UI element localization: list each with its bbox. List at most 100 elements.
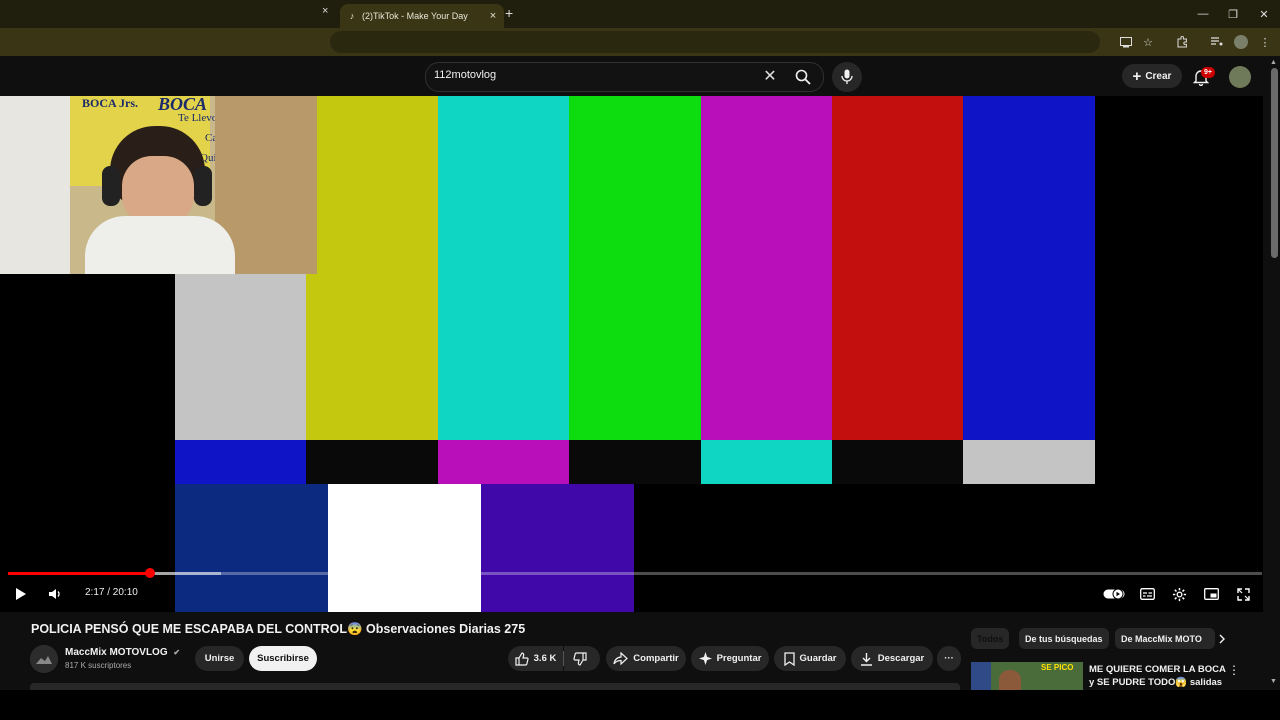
notification-count-badge: 9+: [1201, 67, 1215, 78]
test-pattern-middle-bar: [700, 440, 833, 484]
progress-scrubber-handle[interactable]: [145, 568, 155, 578]
test-pattern-middle-bar: [437, 440, 570, 484]
fullscreen-button[interactable]: [1232, 584, 1254, 604]
download-icon: [860, 652, 872, 666]
autoplay-toggle[interactable]: [1103, 584, 1125, 604]
create-button[interactable]: + Crear: [1122, 64, 1182, 88]
extensions-icon[interactable]: [1173, 33, 1191, 51]
browser-tab-tiktok[interactable]: ♪ (2)TikTok - Make Your Day ×: [340, 4, 504, 28]
subtitles-icon: [1139, 588, 1155, 600]
dislike-button[interactable]: [564, 646, 600, 671]
download-label: Descargar: [877, 653, 925, 664]
media-control-icon[interactable]: [1208, 33, 1226, 51]
save-button[interactable]: Guardar: [774, 646, 846, 671]
test-pattern-bottom-bar: [481, 484, 635, 612]
test-pattern-top-bar: [963, 96, 1096, 440]
test-pattern-middle-bar: [306, 440, 439, 484]
search-button[interactable]: [784, 62, 822, 92]
share-button[interactable]: Compartir: [606, 646, 686, 671]
scrollbar-thumb[interactable]: [1271, 68, 1278, 258]
tab-title: (2)TikTok - Make Your Day: [362, 11, 468, 21]
chips-next-button[interactable]: [1213, 630, 1231, 648]
sparkle-icon: [698, 652, 712, 665]
window-minimize-button[interactable]: —: [1188, 0, 1218, 28]
channel-name-text: MaccMix MOTOVLOG: [65, 647, 168, 658]
test-pattern-middle-bar: [832, 440, 964, 484]
play-button[interactable]: [10, 584, 32, 604]
subscribe-button[interactable]: Suscribirse: [249, 646, 317, 671]
play-icon: [16, 588, 26, 600]
tiktok-icon: ♪: [349, 11, 355, 21]
share-icon: [613, 652, 629, 665]
thumbnail-text: SE PICO: [1041, 663, 1074, 672]
bookmark-icon: [783, 651, 795, 666]
search-clear-icon[interactable]: ✕: [761, 66, 779, 86]
sign-text-1: BOCA Jrs.: [82, 96, 139, 110]
voice-search-button[interactable]: [832, 62, 862, 92]
related-video-menu-icon[interactable]: ⋮: [1228, 663, 1240, 677]
more-actions-button[interactable]: ···: [937, 646, 961, 671]
subtitles-button[interactable]: [1136, 584, 1158, 604]
create-label: Crear: [1145, 70, 1172, 82]
test-pattern-middle-bar: [569, 440, 702, 484]
window-restore-button[interactable]: ❐: [1218, 0, 1248, 28]
settings-button[interactable]: [1168, 584, 1190, 604]
test-pattern-bottom-bar: [175, 484, 329, 612]
address-bar[interactable]: [330, 31, 1100, 53]
share-label: Compartir: [633, 653, 679, 664]
test-pattern-bottom-bar: [328, 484, 482, 612]
account-avatar[interactable]: [1229, 66, 1251, 88]
channel-name[interactable]: MaccMix MOTOVLOG ✔: [65, 647, 180, 658]
scroll-up-arrow-icon[interactable]: ▲: [1270, 59, 1277, 66]
microphone-icon: [841, 69, 853, 84]
tab-close-button[interactable]: ×: [486, 10, 500, 22]
ask-button[interactable]: Preguntar: [691, 646, 769, 671]
autoplay-icon: [1103, 588, 1125, 600]
headphone-left: [102, 166, 120, 206]
test-pattern-top-bar: [832, 96, 964, 440]
description-box[interactable]: [30, 683, 960, 690]
scroll-down-arrow-icon[interactable]: ▼: [1270, 678, 1277, 685]
ask-label: Preguntar: [716, 653, 762, 664]
save-label: Guardar: [799, 653, 837, 664]
video-title: POLICIA PENSÓ QUE ME ESCAPABA DEL CONTRO…: [31, 622, 526, 636]
like-count: 3.6 K: [533, 653, 557, 664]
test-pattern-top-bar: [306, 96, 439, 440]
chip-from-searches[interactable]: De tus búsquedas: [1019, 628, 1109, 649]
search-query: 112motovlog: [434, 69, 497, 81]
channel-avatar[interactable]: [30, 645, 58, 673]
test-pattern-top-bar: [700, 96, 833, 440]
miniplayer-icon: [1203, 588, 1219, 600]
cast-icon[interactable]: [1117, 33, 1135, 51]
join-button[interactable]: Unirse: [195, 646, 244, 671]
page-bottom: [0, 690, 1280, 720]
test-pattern-top-bar: [437, 96, 570, 440]
test-pattern-top-bar: [569, 96, 702, 440]
close-previous-tab-button[interactable]: ×: [322, 5, 328, 17]
thumbs-down-icon: [572, 651, 587, 666]
webcam-overlay: BOCA Jrs. BOCA Te Llevo en El Alma Cada …: [0, 96, 317, 274]
window-close-button[interactable]: ✕: [1249, 0, 1279, 28]
test-pattern-bottom-bar: [634, 484, 1094, 612]
miniplayer-button[interactable]: [1200, 584, 1222, 604]
bookmark-star-icon[interactable]: ☆: [1139, 33, 1157, 51]
time-display: 2:17 / 20:10: [85, 587, 138, 598]
plus-icon: +: [1132, 67, 1142, 85]
download-button[interactable]: Descargar: [851, 646, 933, 671]
verified-icon: ✔: [173, 648, 181, 657]
chip-from-channel[interactable]: De MaccMix MOTO: [1115, 628, 1215, 649]
video-player[interactable]: BOCA Jrs. BOCA Te Llevo en El Alma Cada …: [0, 96, 1263, 612]
thumbs-up-icon: [515, 651, 529, 666]
search-icon: [795, 69, 811, 85]
related-video-thumbnail[interactable]: SE PICO: [971, 662, 1083, 690]
profile-avatar[interactable]: [1234, 35, 1248, 49]
gear-icon: [1172, 587, 1186, 601]
volume-button[interactable]: [44, 584, 66, 604]
headphone-right: [194, 166, 212, 206]
person-shirt: [85, 216, 235, 274]
chip-all[interactable]: Todos: [971, 628, 1010, 649]
progress-bar-played: [8, 572, 150, 575]
like-button[interactable]: 3.6 K: [508, 646, 563, 671]
new-tab-button[interactable]: +: [505, 5, 513, 21]
browser-menu-icon[interactable]: ⋮: [1256, 33, 1274, 51]
